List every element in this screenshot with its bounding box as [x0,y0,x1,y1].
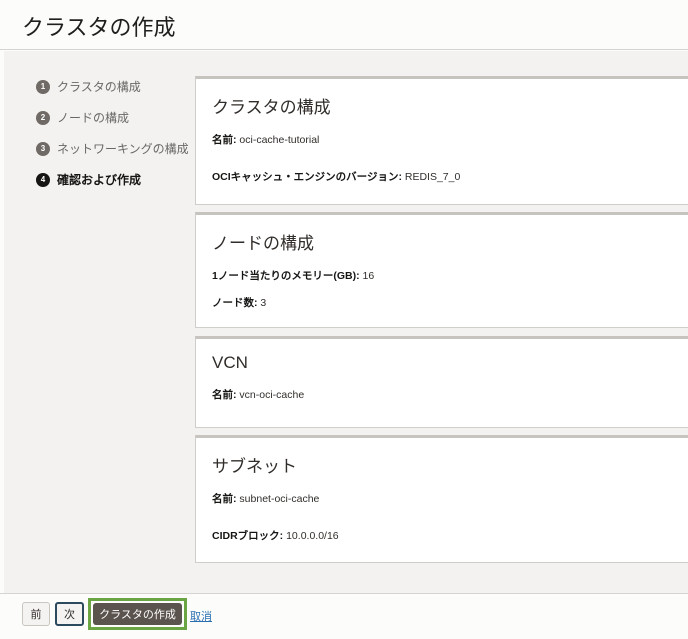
summary-row: 1ノード当たりのメモリー(GB): 16 [212,268,678,283]
wizard-footer: 前 次 クラスタの作成 取消 [0,593,688,639]
summary-row: OCIキャッシュ・エンジンのバージョン: REDIS_7_0 [212,169,678,184]
page-header: クラスタの作成 [0,0,688,50]
step-label: ノードの構成 [57,111,130,125]
row-value: vcn-oci-cache [239,389,305,401]
summary-row: CIDRブロック: 10.0.0.0/16 [212,528,678,543]
row-label: OCIキャッシュ・エンジンのバージョン: [212,171,402,183]
row-label: ノード数: [212,297,258,309]
step-label: クラスタの構成 [57,80,141,94]
row-label: 名前: [212,134,237,146]
summary-row: 名前: vcn-oci-cache [212,387,678,402]
cancel-link[interactable]: 取消 [190,608,212,624]
subnet-card: サブネット 名前: subnet-oci-cache CIDRブロック: 10.… [195,435,688,563]
step-number-icon: 1 [36,79,50,94]
page-title: クラスタの作成 [22,15,176,40]
vcn-card: VCN 名前: vcn-oci-cache [195,336,688,428]
wizard-steps: 1 クラスタの構成 2 ノードの構成 3 ネットワーキングの構成 4 確認および作成 [36,71,189,195]
row-value: 3 [260,297,267,309]
card-title: ノードの構成 [212,234,314,253]
previous-button[interactable]: 前 [22,602,50,626]
summary-row: 名前: subnet-oci-cache [212,491,678,506]
summary-row: ノード数: 3 [212,295,678,310]
step-cluster-config[interactable]: 1 クラスタの構成 [36,71,189,102]
row-value: 10.0.0.0/16 [286,530,339,542]
row-value: 16 [362,270,375,282]
next-button[interactable]: 次 [55,602,84,626]
card-title: クラスタの構成 [212,98,331,117]
step-label: ネットワーキングの構成 [57,142,189,156]
step-number-icon: 2 [36,110,50,125]
cluster-config-card: クラスタの構成 名前: oci-cache-tutorial OCIキャッシュ・… [195,76,688,205]
create-button-highlight: クラスタの作成 [88,598,187,630]
step-label: 確認および作成 [57,173,142,187]
row-value: REDIS_7_0 [404,171,461,183]
card-title: サブネット [212,457,297,476]
row-label: 名前: [212,493,237,505]
row-label: 名前: [212,389,237,401]
step-networking-config[interactable]: 3 ネットワーキングの構成 [36,133,189,164]
create-cluster-button[interactable]: クラスタの作成 [93,603,182,625]
card-title: VCN [212,353,248,372]
summary-row: 名前: oci-cache-tutorial [212,132,678,147]
step-number-icon: 4 [36,172,50,187]
row-value: subnet-oci-cache [239,493,320,505]
step-number-icon: 3 [36,141,50,156]
row-value: oci-cache-tutorial [239,134,320,146]
row-label: CIDRブロック: [212,530,284,542]
node-config-card: ノードの構成 1ノード当たりのメモリー(GB): 16 ノード数: 3 [195,212,688,328]
step-node-config[interactable]: 2 ノードの構成 [36,102,189,133]
row-label: 1ノード当たりのメモリー(GB): [212,270,360,282]
step-review-create[interactable]: 4 確認および作成 [36,164,189,195]
wizard-body: 1 クラスタの構成 2 ノードの構成 3 ネットワーキングの構成 4 確認および作成 ク… [4,51,688,593]
